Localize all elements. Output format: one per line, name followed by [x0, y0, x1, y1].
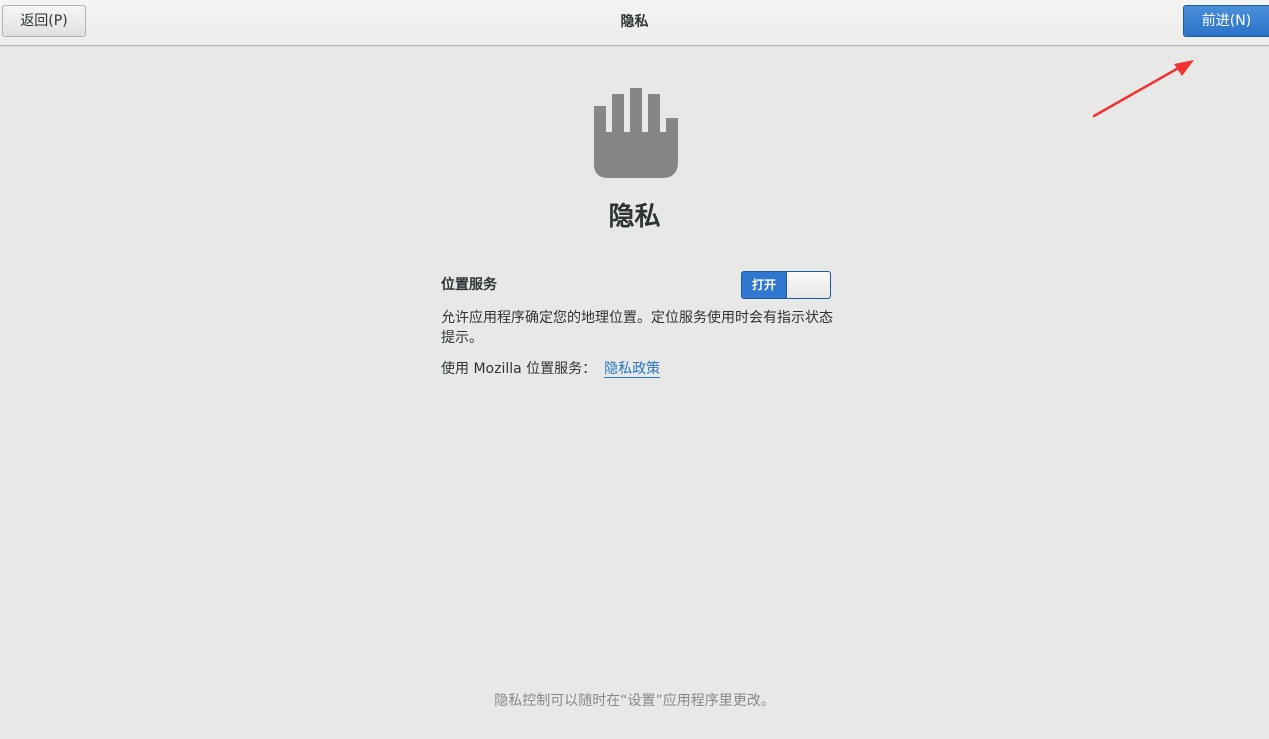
page-title: 隐私	[608, 202, 661, 232]
location-services-switch[interactable]: 打开	[741, 271, 831, 299]
location-services-description: 允许应用程序确定您的地理位置。定位服务使用时会有指示状态提示。	[441, 310, 833, 346]
switch-knob	[786, 272, 830, 298]
switch-on-label: 打开	[751, 278, 776, 292]
header-title: 隐私	[620, 14, 649, 30]
mozilla-service-text: 使用 Mozilla 位置服务：	[441, 361, 597, 377]
mozilla-service-line: 使用 Mozilla 位置服务： 隐私政策	[441, 358, 661, 378]
next-button[interactable]: 前进(N)	[1183, 5, 1269, 37]
footer-note: 隐私控制可以随时在“设置”应用程序里更改。	[494, 693, 775, 709]
header-bar: 返回(P) 隐私 前进(N)	[0, 0, 1269, 46]
privacy-policy-link[interactable]: 隐私政策	[604, 361, 661, 378]
annotation-arrow-icon	[1092, 60, 1194, 118]
hand-stop-icon	[594, 88, 678, 178]
back-button[interactable]: 返回(P)	[2, 5, 86, 37]
location-services-label: 位置服务	[441, 277, 497, 293]
